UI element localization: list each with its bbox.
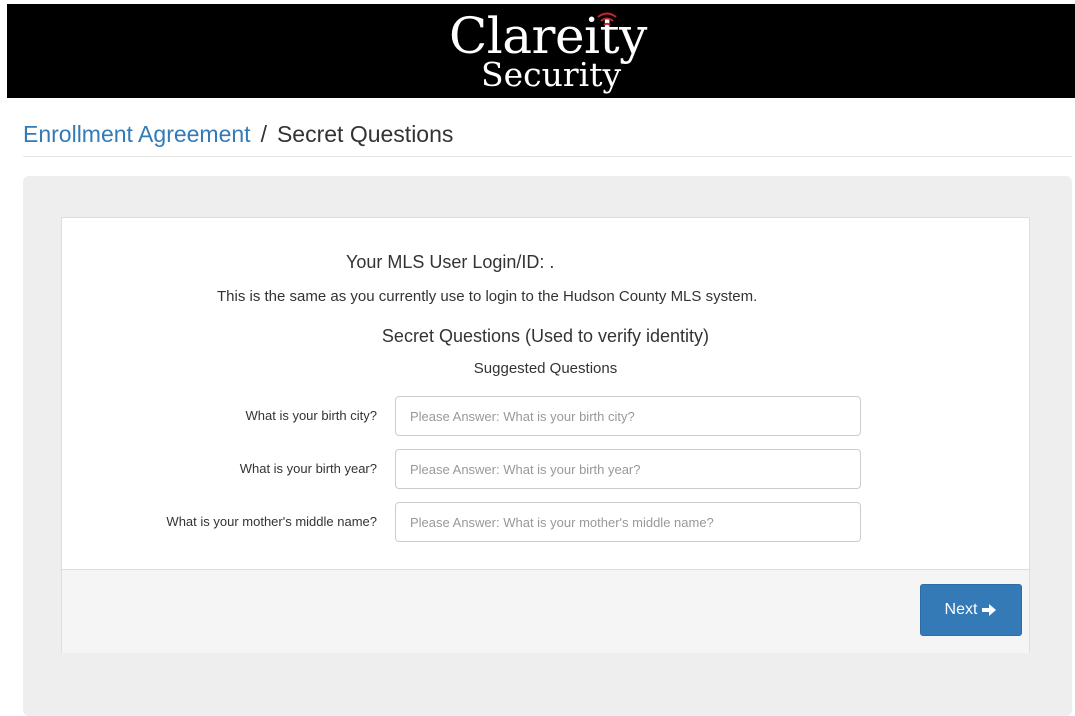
header-divider [23,156,1072,157]
mls-login-id-label: Your MLS User Login/ID: . [346,252,555,272]
question-label-mothers-middle-name: What is your mother's middle name? [166,514,377,529]
clareity-security-logo: Clareity Security [449,8,664,98]
breadcrumb: Enrollment Agreement / Secret Questions [23,118,453,150]
login-note: This is the same as you currently use to… [217,288,758,305]
breadcrumb-current-page: Secret Questions [276,121,454,147]
secret-questions-card: Your MLS User Login/ID: . This is the sa… [61,217,1030,653]
card-footer: Next [62,569,1029,653]
answer-input-birth-city[interactable] [395,396,861,436]
question-label-birth-city: What is your birth city? [245,408,378,423]
question-label-birth-year: What is your birth year? [239,461,377,476]
section-title: Secret Questions (Used to verify identit… [381,326,710,346]
answer-input-birth-year[interactable] [395,449,861,489]
answer-input-mothers-middle-name[interactable] [395,502,861,542]
header-bar: Clareity Security [7,4,1075,98]
arrow-right-icon [982,604,997,616]
next-button[interactable]: Next [920,584,1022,636]
next-button-label: Next [944,601,978,618]
breadcrumb-link-enrollment-agreement[interactable]: Enrollment Agreement [23,121,251,147]
section-subtitle: Suggested Questions [473,360,618,377]
logo-word-security: Security [481,55,622,94]
breadcrumb-separator: / [260,121,267,147]
signal-icon [597,12,617,26]
